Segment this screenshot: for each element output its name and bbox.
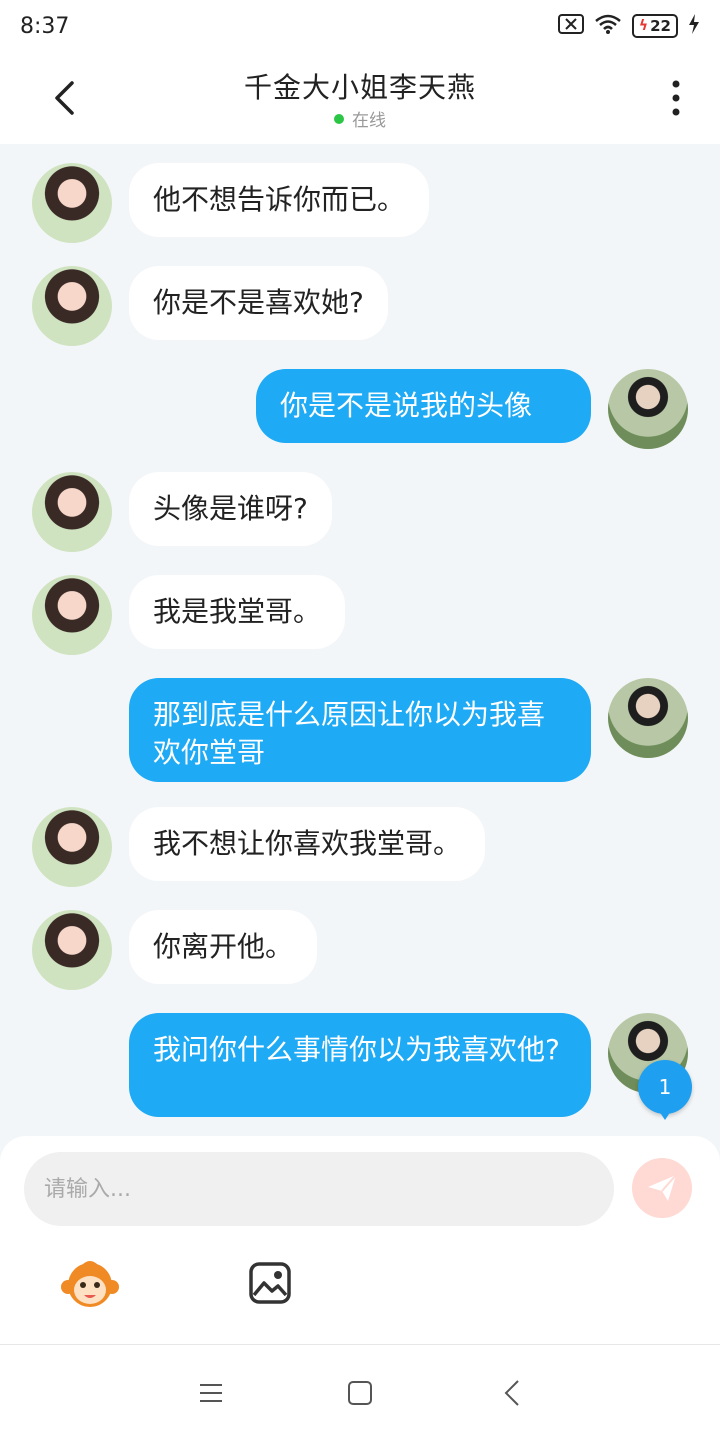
paper-plane-icon <box>648 1174 677 1201</box>
image-icon <box>249 1262 291 1304</box>
message-bubble-received[interactable]: 你是不是喜欢她? <box>129 266 388 340</box>
nav-back-button[interactable] <box>482 1363 542 1423</box>
message-bubble-received[interactable]: 我不想让你喜欢我堂哥。 <box>129 807 486 881</box>
chevron-left-icon <box>504 1380 519 1406</box>
contact-avatar[interactable] <box>32 266 112 346</box>
message-bubble-received[interactable]: 头像是谁呀? <box>129 472 332 546</box>
nav-menu-button[interactable] <box>181 1363 241 1423</box>
unread-badge[interactable]: 1 <box>638 1060 692 1120</box>
charging-icon <box>688 14 700 38</box>
online-status-label: 在线 <box>352 111 386 131</box>
image-button[interactable] <box>246 1259 294 1307</box>
nav-home-button[interactable] <box>330 1363 390 1423</box>
more-vertical-icon <box>672 80 680 116</box>
contact-avatar[interactable] <box>32 910 112 990</box>
status-icons: ϟ 22 <box>557 13 700 39</box>
contact-avatar[interactable] <box>32 163 112 243</box>
message-bubble-received[interactable]: 我是我堂哥。 <box>129 575 346 649</box>
contact-avatar[interactable] <box>32 472 112 552</box>
message-bubble-sent[interactable]: 那到底是什么原因让你以为我喜欢你堂哥 <box>129 678 591 782</box>
send-button[interactable] <box>632 1158 692 1218</box>
chat-header: 千金大小姐李天燕 在线 <box>0 52 720 144</box>
message-bubble-received[interactable]: 他不想告诉你而已。 <box>129 163 430 237</box>
message-list[interactable]: 他不想告诉你而已。 你是不是喜欢她? 你是不是说我的头像 头像是谁呀? 我是我堂… <box>0 144 720 1136</box>
more-options-button[interactable] <box>656 74 696 122</box>
sim-off-icon <box>557 14 584 38</box>
square-icon <box>348 1381 372 1405</box>
user-avatar[interactable] <box>608 369 688 449</box>
menu-icon <box>200 1384 222 1402</box>
message-composer <box>0 1136 720 1344</box>
online-status: 在线 <box>0 106 720 131</box>
status-bar: 8:37 ϟ 22 <box>0 0 720 52</box>
emoji-button[interactable] <box>60 1256 120 1312</box>
message-bubble-received[interactable]: 你离开他。 <box>129 910 318 984</box>
contact-name: 千金大小姐李天燕 <box>243 71 476 104</box>
charging-bolt-icon: ϟ <box>638 18 649 34</box>
message-bubble-sent[interactable]: 我问你什么事情你以为我喜欢他? <box>129 1013 591 1117</box>
online-dot-icon <box>334 113 344 124</box>
message-input[interactable] <box>24 1152 614 1226</box>
user-avatar[interactable] <box>608 678 688 758</box>
status-time: 8:37 <box>20 13 70 39</box>
battery-indicator: ϟ 22 <box>631 14 678 38</box>
monkey-emoji-icon <box>61 1261 119 1307</box>
wifi-icon <box>594 13 622 39</box>
contact-avatar[interactable] <box>32 575 112 655</box>
contact-avatar[interactable] <box>32 807 112 887</box>
message-bubble-sent[interactable]: 你是不是说我的头像 <box>256 369 591 443</box>
system-nav-bar <box>0 1344 720 1441</box>
battery-level: 22 <box>650 17 671 35</box>
